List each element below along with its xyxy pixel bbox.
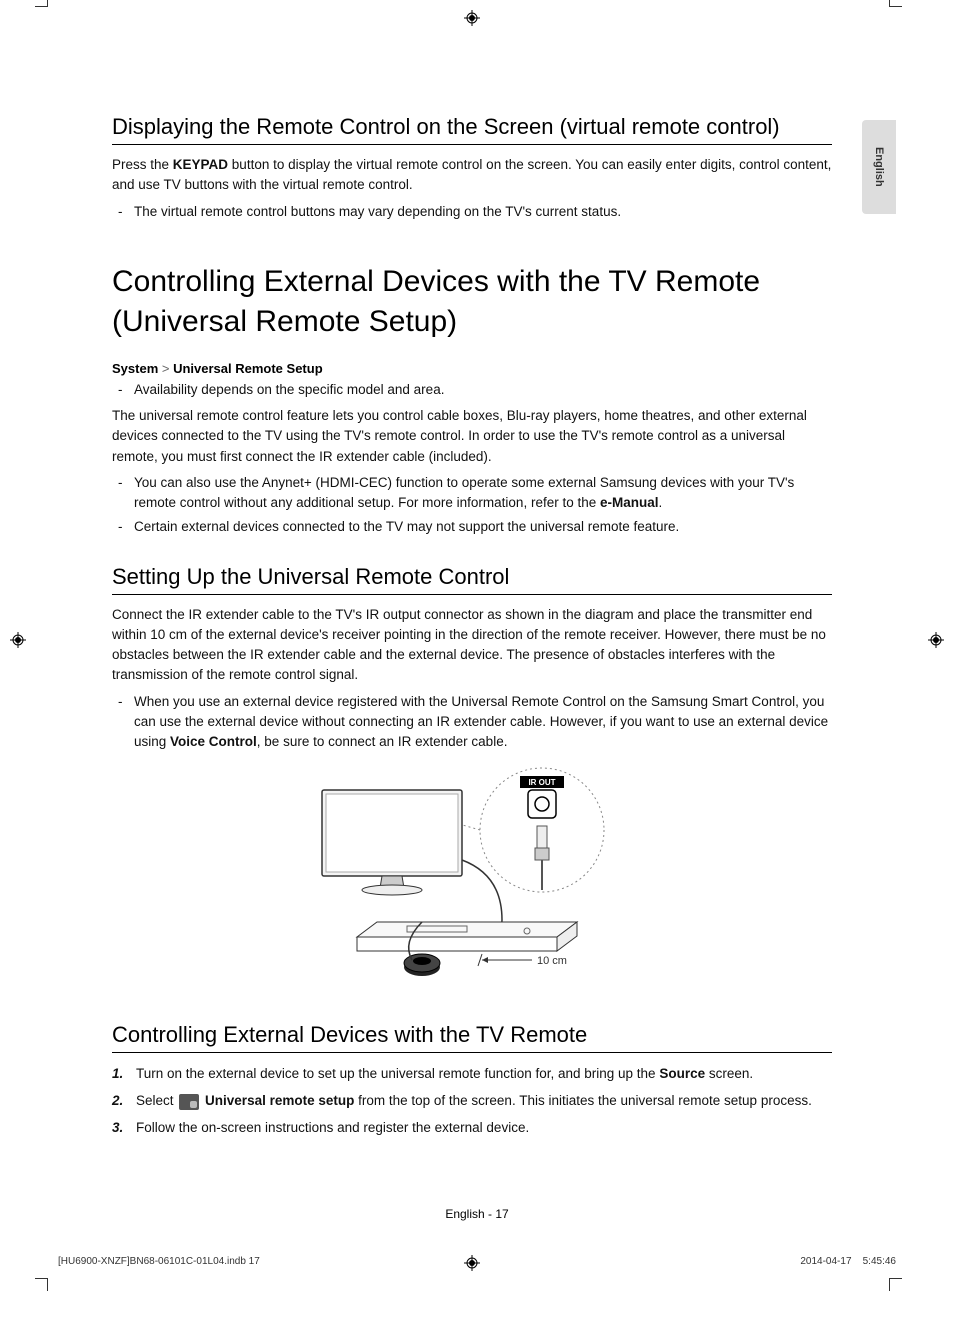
intro-paragraph: The universal remote control feature let… [112,406,832,467]
page-number: English - 17 [0,1207,954,1221]
crop-mark [889,0,902,7]
setup-paragraph: Connect the IR extender cable to the TV'… [112,605,832,686]
note-item: Certain external devices connected to th… [112,517,832,537]
universal-remote-icon [179,1094,199,1110]
universal-remote-label: Universal remote setup [205,1093,354,1108]
keypad-label: KEYPAD [173,157,228,172]
section-title-setting-up: Setting Up the Universal Remote Control [112,564,832,595]
ir-extender-diagram: IR OUT [302,762,642,992]
distance-label: 10 cm [537,955,567,967]
note-item: Availability depends on the specific mod… [112,380,832,400]
source-label: Source [659,1066,705,1081]
section-title-virtual-remote: Displaying the Remote Control on the Scr… [112,114,832,145]
voice-control-label: Voice Control [170,734,257,749]
chapter-title: Controlling External Devices with the TV… [112,262,832,343]
registration-mark-icon [928,632,944,648]
registration-mark-icon [464,1255,480,1271]
footer-filename: [HU6900-XNZF]BN68-06101C-01L04.indb 17 [58,1256,260,1267]
irout-label: IR OUT [528,778,555,787]
steps-list: 1. Turn on the external device to set up… [112,1063,832,1140]
note-list: You can also use the Anynet+ (HDMI-CEC) … [112,473,832,538]
language-label: English [873,147,885,187]
language-tab: English [862,120,896,214]
step-item: 1. Turn on the external device to set up… [112,1063,832,1086]
page-content: Displaying the Remote Control on the Scr… [112,114,832,1146]
footer-datetime: 2014-04-17 5:45:46 [800,1256,896,1267]
menu-path: System > Universal Remote Setup [112,361,832,376]
note-list: The virtual remote control buttons may v… [112,202,832,222]
note-list: Availability depends on the specific mod… [112,380,832,400]
step-item: 3. Follow the on-screen instructions and… [112,1117,832,1140]
registration-mark-icon [464,10,480,26]
virtual-remote-description: Press the KEYPAD button to display the v… [112,155,832,196]
section-title-controlling: Controlling External Devices with the TV… [112,1022,832,1053]
note-list: When you use an external device register… [112,692,832,753]
step-item: 2. Select Universal remote setup from th… [112,1090,832,1113]
registration-mark-icon [10,632,26,648]
note-item: The virtual remote control buttons may v… [112,202,832,222]
crop-mark [35,1278,48,1291]
note-item: When you use an external device register… [112,692,832,753]
crop-mark [35,0,48,7]
crop-mark [889,1278,902,1291]
note-item: You can also use the Anynet+ (HDMI-CEC) … [112,473,832,514]
emanual-label: e-Manual [600,495,659,510]
